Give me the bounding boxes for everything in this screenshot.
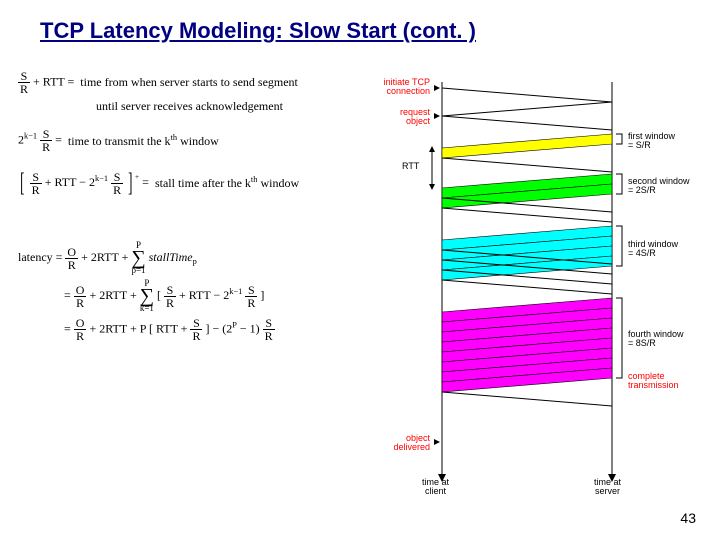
eq-transmit: 2k−1 SR = time to transmit the kth windo…: [18, 128, 378, 153]
label-time-client: time atclient: [422, 478, 449, 497]
eq-rtt-line2: until server receives acknowledgement: [96, 99, 378, 114]
label-w2: second window= 2S/R: [628, 177, 690, 196]
slide: TCP Latency Modeling: Slow Start (cont. …: [0, 0, 720, 540]
label-delivered: objectdelivered: [376, 434, 430, 453]
latency-line1: latency = OR + 2RTT + P∑p=1 stallTimep: [18, 241, 378, 275]
label-w1: first window= S/R: [628, 132, 675, 151]
label-w3: third window= 4S/R: [628, 240, 678, 259]
label-request: requestobject: [376, 108, 430, 127]
page-number: 43: [680, 510, 696, 526]
label-complete: completetransmission: [628, 372, 679, 391]
label-rtt: RTT: [402, 162, 419, 171]
label-w4: fourth window= 8S/R: [628, 330, 684, 349]
equations-column: SR + RTT = time from when server starts …: [18, 70, 378, 346]
label-initiate: initiate TCPconnection: [376, 78, 430, 97]
latency-line3: = OR + 2RTT + P [ RTT + SR ] − (2P − 1) …: [64, 317, 378, 342]
slide-title: TCP Latency Modeling: Slow Start (cont. …: [0, 0, 720, 44]
latency-line2: = OR + 2RTT + P∑k=1 [ SR + RTT − 2k−1 SR…: [64, 279, 378, 313]
latency-block: latency = OR + 2RTT + P∑p=1 stallTimep =…: [18, 241, 378, 342]
eq-stall: [ SR + RTT − 2k−1 SR ]⁺ = stall time aft…: [18, 165, 378, 201]
timing-diagram: initiate TCPconnection requestobject RTT…: [382, 82, 702, 492]
eq-rtt: SR + RTT = time from when server starts …: [18, 70, 378, 95]
label-time-server: time atserver: [594, 478, 621, 497]
